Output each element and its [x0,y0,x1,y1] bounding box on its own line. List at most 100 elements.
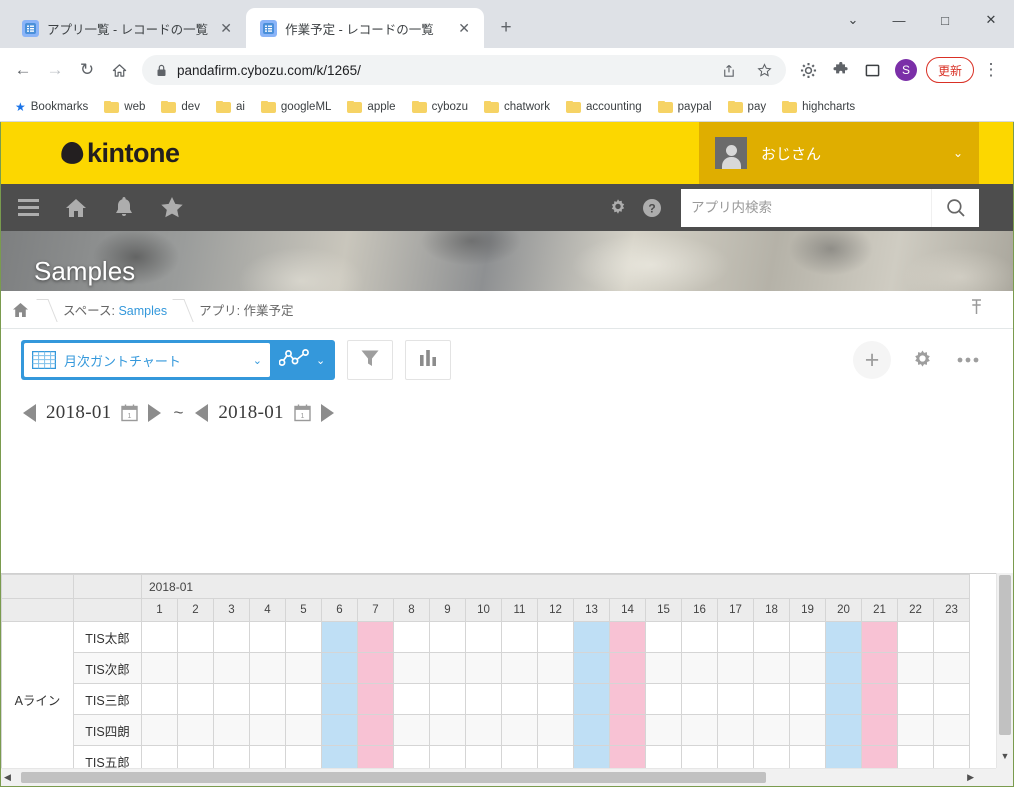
scroll-down-icon[interactable]: ▼ [997,747,1013,764]
gantt-cell-day-6[interactable] [322,653,358,684]
reload-icon[interactable]: ↻ [72,55,102,85]
gantt-cell-day-10[interactable] [466,715,502,746]
gantt-row[interactable]: TIS四朗 [2,715,970,746]
gantt-cell-day-17[interactable] [718,622,754,653]
gantt-cell-day-20[interactable] [826,715,862,746]
calendar-icon-to[interactable]: 1 [294,404,311,422]
close-icon[interactable]: ✕ [216,18,236,38]
puzzle-icon[interactable] [826,55,856,85]
gantt-cell-day-17[interactable] [718,653,754,684]
kintone-logo[interactable]: kintone [61,138,180,169]
breadcrumb-space-link[interactable]: Samples [118,304,167,318]
gantt-cell-day-21[interactable] [862,715,898,746]
gantt-cell-day-16[interactable] [682,622,718,653]
gantt-cell-day-9[interactable] [430,622,466,653]
gantt-cell-day-21[interactable] [862,653,898,684]
gantt-cell-day-18[interactable] [754,715,790,746]
gantt-cell-day-16[interactable] [682,715,718,746]
bookmark-folder-highcharts[interactable]: highcharts [775,98,862,116]
gantt-cell-day-19[interactable] [790,622,826,653]
gantt-cell-day-1[interactable] [142,622,178,653]
graph-button[interactable] [405,340,451,380]
gantt-cell-day-20[interactable] [826,622,862,653]
gantt-cell-day-5[interactable] [286,684,322,715]
close-window-icon[interactable]: ✕ [968,0,1014,40]
gantt-cell-day-16[interactable] [682,653,718,684]
gantt-cell-day-15[interactable] [646,653,682,684]
gear-icon[interactable] [601,184,635,231]
filter-button[interactable] [347,340,393,380]
bookmark-folder-ai[interactable]: ai [209,98,252,116]
gantt-cell-day-17[interactable] [718,684,754,715]
gantt-cell-day-22[interactable] [898,653,934,684]
tab-search-icon[interactable]: ⌄ [830,0,876,40]
app-search[interactable] [681,189,979,227]
gantt-cell-day-9[interactable] [430,684,466,715]
gantt-row[interactable]: AラインTIS太郎 [2,622,970,653]
profile-avatar[interactable]: S [895,59,917,81]
gantt-cell-day-16[interactable] [682,684,718,715]
scroll-left-icon[interactable]: ◀ [4,769,11,786]
back-icon[interactable]: ← [8,55,38,85]
gantt-cell-day-11[interactable] [502,653,538,684]
address-bar[interactable]: pandafirm.cybozu.com/k/1265/ [142,55,786,85]
gantt-cell-day-15[interactable] [646,715,682,746]
bookmark-folder-accounting[interactable]: accounting [559,98,649,116]
gantt-cell-day-7[interactable] [358,715,394,746]
next-month-to-icon[interactable] [321,404,334,422]
bookmark-folder-cybozu[interactable]: cybozu [405,98,475,116]
browser-tab-2[interactable]: 作業予定 - レコードの一覧 ✕ [246,8,484,48]
gantt-cell-day-14[interactable] [610,715,646,746]
gantt-cell-day-4[interactable] [250,653,286,684]
prev-month-to-icon[interactable] [195,404,208,422]
extension-gear-icon[interactable] [794,55,824,85]
gantt-cell-day-1[interactable] [142,715,178,746]
gantt-cell-day-3[interactable] [214,715,250,746]
gantt-cell-day-23[interactable] [934,684,970,715]
pin-icon[interactable] [970,299,983,320]
gantt-cell-day-2[interactable] [178,653,214,684]
gantt-cell-day-4[interactable] [250,715,286,746]
bookmark-folder-pay[interactable]: pay [721,98,774,116]
browser-menu-icon[interactable]: ⋮ [976,55,1006,85]
home-icon[interactable] [63,195,89,221]
bookmark-star-icon[interactable] [752,57,778,83]
gantt-cell-day-11[interactable] [502,622,538,653]
horizontal-scrollbar[interactable]: ◀ ▶ [1,768,996,786]
gantt-cell-day-14[interactable] [610,622,646,653]
gantt-cell-day-4[interactable] [250,684,286,715]
gantt-scroll-area[interactable]: 2018-01123456789101112131415161718192021… [1,573,996,786]
bookmark-folder-dev[interactable]: dev [154,98,207,116]
gantt-cell-day-8[interactable] [394,715,430,746]
gantt-cell-day-9[interactable] [430,715,466,746]
gantt-cell-day-8[interactable] [394,653,430,684]
home-icon[interactable] [104,55,134,85]
gantt-cell-day-11[interactable] [502,684,538,715]
gantt-cell-day-13[interactable] [574,653,610,684]
gantt-cell-day-6[interactable] [322,622,358,653]
forward-icon[interactable]: → [40,55,70,85]
side-panel-icon[interactable] [858,55,888,85]
gantt-cell-day-11[interactable] [502,715,538,746]
bell-icon[interactable] [111,195,137,221]
gantt-cell-day-13[interactable] [574,715,610,746]
add-record-button[interactable]: + [853,341,891,379]
gantt-cell-day-12[interactable] [538,653,574,684]
next-month-from-icon[interactable] [148,404,161,422]
scroll-right-icon[interactable]: ▶ [967,769,974,786]
browser-tab-1[interactable]: アプリ一覧 - レコードの一覧 ✕ [8,8,246,48]
gantt-cell-day-22[interactable] [898,622,934,653]
horizontal-scroll-thumb[interactable] [21,772,766,783]
bookmark-folder-chatwork[interactable]: chatwork [477,98,557,116]
chevron-down-icon[interactable]: ⌄ [253,354,262,367]
gantt-cell-day-20[interactable] [826,653,862,684]
gantt-cell-day-9[interactable] [430,653,466,684]
update-button[interactable]: 更新 [926,57,974,83]
gantt-cell-day-1[interactable] [142,684,178,715]
gantt-cell-day-18[interactable] [754,653,790,684]
vertical-scrollbar[interactable]: ▼ [996,573,1013,786]
chevron-down-icon[interactable]: ⌄ [316,354,325,367]
gantt-cell-day-2[interactable] [178,715,214,746]
gantt-cell-day-19[interactable] [790,684,826,715]
gantt-cell-day-18[interactable] [754,684,790,715]
